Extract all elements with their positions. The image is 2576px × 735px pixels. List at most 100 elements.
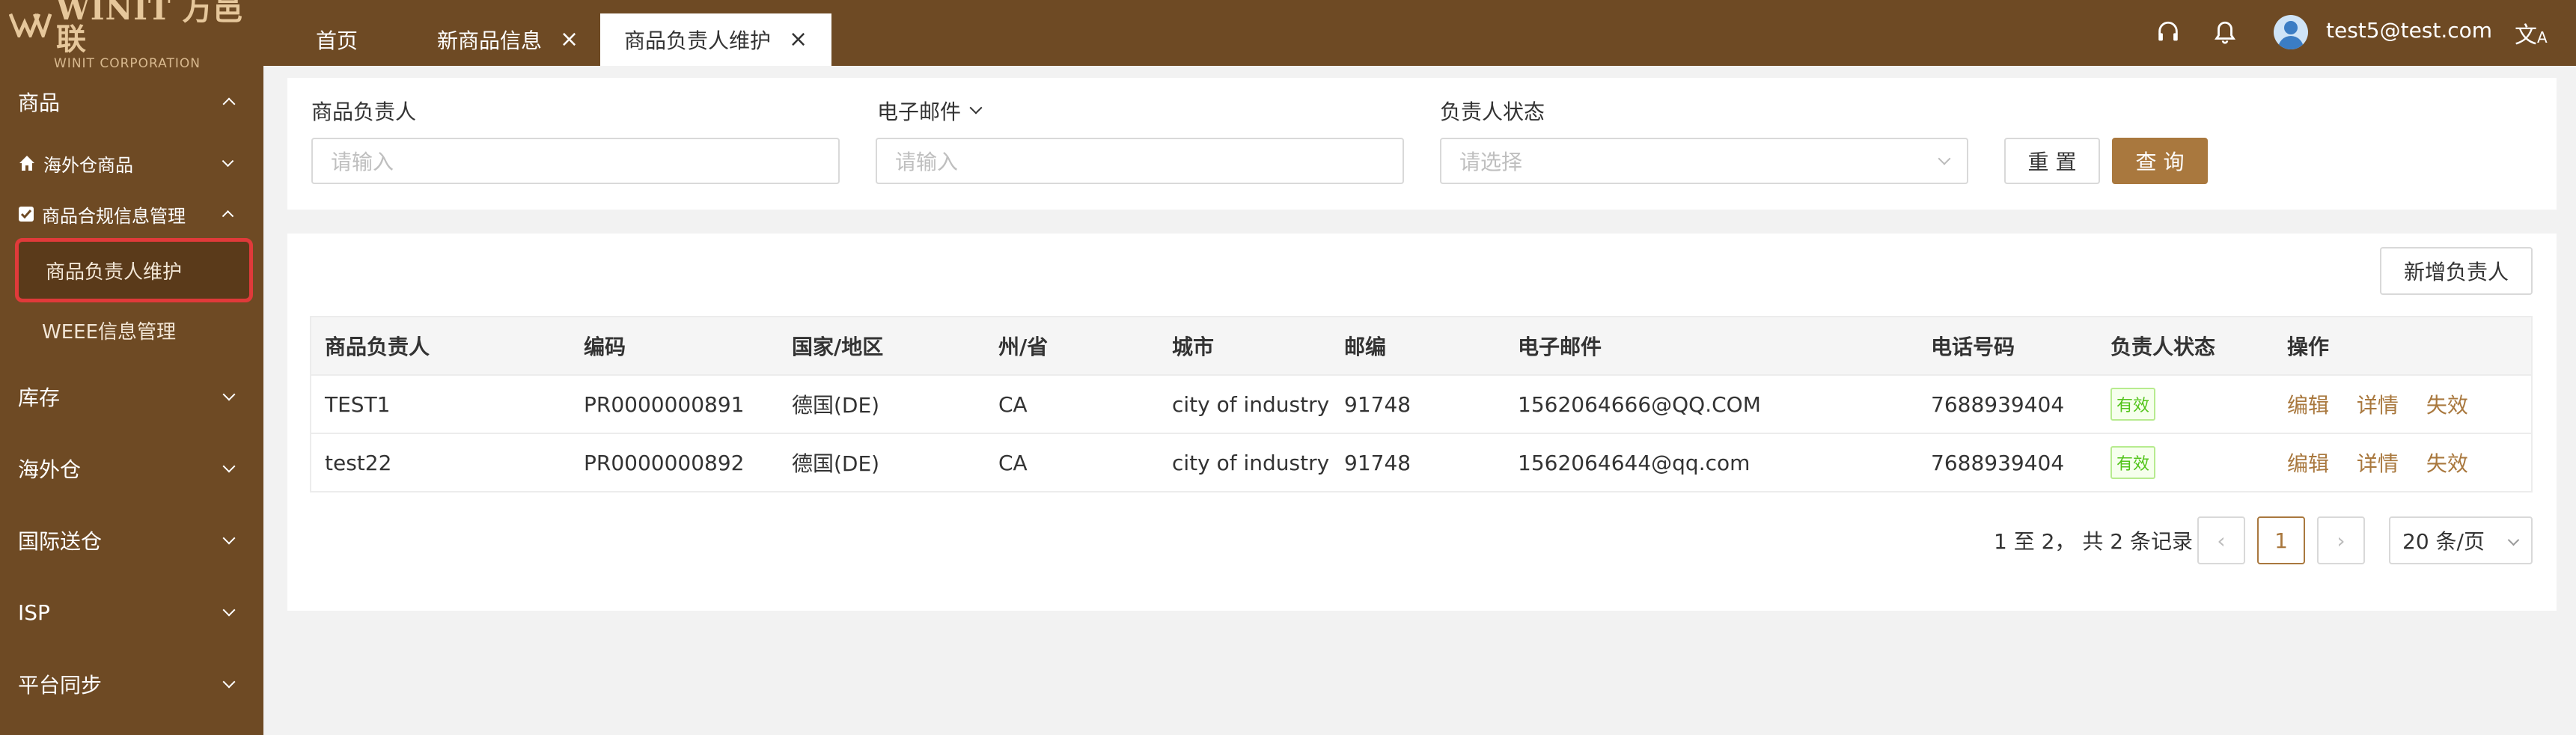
owner-table: 商品负责人 编码 国家/地区 州/省 城市 邮编 电子邮件 电话号码 负责人状态… xyxy=(310,316,2533,492)
column-header: 邮编 xyxy=(1344,335,1387,359)
nav-group-intl-shipping[interactable]: 国际送仓 xyxy=(0,504,263,576)
nav-group-label: 库存 xyxy=(18,385,61,410)
home-icon xyxy=(19,156,34,171)
cell-state: CA xyxy=(998,391,1028,417)
tab-owner-maintenance[interactable]: 商品负责人维护 × xyxy=(600,13,832,66)
query-button[interactable]: 查 询 xyxy=(2112,138,2208,184)
nav-group-label: 平台同步 xyxy=(18,673,103,698)
nav-group-label: 海外仓 xyxy=(18,457,82,482)
owner-input[interactable]: 请输入 xyxy=(311,138,840,184)
cell-phone: 7688939404 xyxy=(1931,391,2065,417)
cell-zip: 91748 xyxy=(1344,391,1411,417)
reset-button[interactable]: 重 置 xyxy=(2004,138,2100,184)
cell-country: 德国(DE) xyxy=(792,451,880,476)
nav-group-inventory[interactable]: 库存 xyxy=(0,361,263,433)
email-label-text: 电子邮件 xyxy=(877,100,962,124)
nav-sub-overseas-products[interactable]: 海外仓商品 xyxy=(0,138,263,189)
chevron-down-icon xyxy=(1938,152,1951,165)
chevron-up-icon xyxy=(222,97,236,111)
nav-item-label: WEEE信息管理 xyxy=(42,320,176,344)
nav-item-label: 商品负责人维护 xyxy=(46,260,183,284)
owner-filter-label: 商品负责人 xyxy=(311,100,417,124)
chevron-down-icon xyxy=(222,460,236,473)
next-page-button[interactable]: › xyxy=(2317,516,2365,564)
table-row: TEST1 PR0000000891 德国(DE) CA city of ind… xyxy=(311,374,2531,433)
cell-state: CA xyxy=(998,450,1028,475)
email-input[interactable]: 请输入 xyxy=(876,138,1404,184)
nav-sub-compliance[interactable]: 商品合规信息管理 xyxy=(0,189,263,240)
prev-page-button[interactable]: ‹ xyxy=(2197,516,2245,564)
column-header: 电子邮件 xyxy=(1518,335,1602,359)
placeholder-text: 请输入 xyxy=(895,150,959,174)
chevron-down-icon xyxy=(222,603,236,617)
column-header: 编码 xyxy=(584,335,626,359)
cell-status: 有效 xyxy=(2097,446,2274,479)
close-icon[interactable]: × xyxy=(789,28,808,51)
detail-link[interactable]: 详情 xyxy=(2357,451,2399,476)
column-header: 国家/地区 xyxy=(792,335,884,359)
cell-zip: 91748 xyxy=(1344,450,1411,475)
nav-item-owner-maintenance[interactable]: 商品负责人维护 xyxy=(15,238,253,302)
user-email[interactable]: test5@test.com xyxy=(2326,18,2492,43)
nav-group-platform-sync[interactable]: 平台同步 xyxy=(0,648,263,720)
column-header: 电话号码 xyxy=(1931,335,2015,359)
headset-icon[interactable] xyxy=(2155,19,2181,45)
disable-link[interactable]: 失效 xyxy=(2426,451,2468,476)
close-icon[interactable]: × xyxy=(560,28,579,51)
status-badge: 有效 xyxy=(2110,388,2156,421)
chevron-up-icon xyxy=(222,210,234,222)
chevron-down-icon xyxy=(2507,534,2520,546)
column-header: 城市 xyxy=(1172,335,1215,359)
chevron-down-icon xyxy=(969,101,983,115)
disable-link[interactable]: 失效 xyxy=(2426,393,2468,418)
column-header: 商品负责人 xyxy=(325,335,430,359)
tab-label: 新商品信息 xyxy=(437,28,543,53)
cell-city: city of industry xyxy=(1172,391,1330,417)
page-number-button[interactable]: 1 xyxy=(2257,516,2305,564)
tab-new-product-info[interactable]: 新商品信息 × xyxy=(437,13,579,66)
table-row: test22 PR0000000892 德国(DE) CA city of in… xyxy=(311,433,2531,491)
edit-link[interactable]: 编辑 xyxy=(2287,451,2329,476)
nav-group-label: 国际送仓 xyxy=(18,529,103,554)
email-filter-label[interactable]: 电子邮件 xyxy=(877,96,983,126)
status-filter-label: 负责人状态 xyxy=(1440,100,1545,124)
avatar[interactable] xyxy=(2274,15,2308,49)
cell-owner: test22 xyxy=(325,450,392,475)
tab-home[interactable]: 首页 xyxy=(316,13,358,66)
bell-icon[interactable] xyxy=(2212,19,2238,45)
column-header: 操作 xyxy=(2287,335,2330,359)
top-bar: 首页 新商品信息 × 商品负责人维护 × test5@test.com 文A xyxy=(263,0,2576,66)
cell-city: city of industry xyxy=(1172,450,1330,475)
status-select[interactable]: 请选择 xyxy=(1440,138,1968,184)
page-size-select[interactable]: 20 条/页 xyxy=(2389,516,2533,564)
pagination-summary: 1 至 2， 共 2 条记录 xyxy=(1994,529,2193,554)
translate-icon[interactable]: 文A xyxy=(2515,16,2548,49)
logo-wordmark: WINIT 万邑联 xyxy=(9,0,263,55)
column-header: 负责人状态 xyxy=(2110,335,2216,359)
cell-actions: 编辑 详情 失效 xyxy=(2274,389,2534,419)
placeholder-text: 请输入 xyxy=(331,150,394,174)
cell-email: 1562064666@QQ.COM xyxy=(1518,391,1761,417)
chevron-down-icon xyxy=(222,675,236,689)
cell-code: PR0000000891 xyxy=(584,391,745,417)
nav-group-isp[interactable]: ISP xyxy=(0,576,263,648)
detail-link[interactable]: 详情 xyxy=(2357,393,2399,418)
add-owner-button[interactable]: 新增负责人 xyxy=(2380,247,2533,295)
checkbox-icon xyxy=(19,207,34,222)
brand-logo: WINIT 万邑联 WINIT CORPORATION xyxy=(0,0,263,71)
cell-code: PR0000000892 xyxy=(584,450,745,475)
nav-group-overseas-warehouse[interactable]: 海外仓 xyxy=(0,433,263,504)
cell-country: 德国(DE) xyxy=(792,393,880,418)
cell-email: 1562064644@qq.com xyxy=(1518,450,1751,475)
cell-status: 有效 xyxy=(2097,388,2274,421)
cell-actions: 编辑 详情 失效 xyxy=(2274,448,2534,478)
chevron-down-icon xyxy=(222,531,236,545)
nav-item-weee[interactable]: WEEE信息管理 xyxy=(15,298,253,362)
column-header: 州/省 xyxy=(998,335,1049,359)
sidebar: WINIT 万邑联 WINIT CORPORATION 商品 海外仓商品 商品合… xyxy=(0,0,263,735)
page-size-label: 20 条/页 xyxy=(2402,529,2485,554)
nav-group-product[interactable]: 商品 xyxy=(0,66,263,138)
table-header: 商品负责人 编码 国家/地区 州/省 城市 邮编 电子邮件 电话号码 负责人状态… xyxy=(311,317,2531,374)
tab-label: 首页 xyxy=(316,28,358,53)
edit-link[interactable]: 编辑 xyxy=(2287,393,2329,418)
